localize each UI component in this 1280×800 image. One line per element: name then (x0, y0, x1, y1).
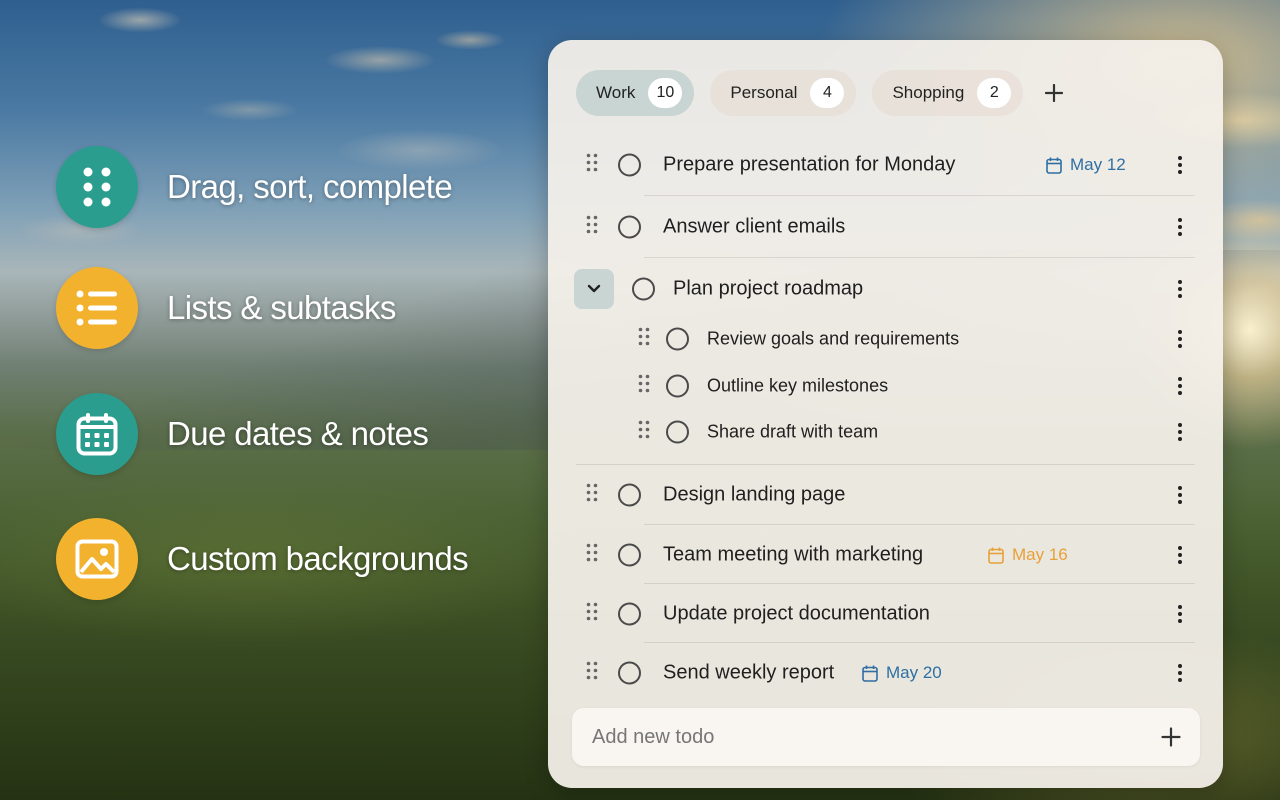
task-text[interactable]: Team meeting with marketing (663, 544, 923, 567)
drag-handle-icon[interactable] (586, 483, 598, 508)
subtask-text[interactable]: Outline key milestones (707, 376, 888, 397)
drag-handle-icon[interactable] (586, 153, 598, 178)
more-options-icon[interactable] (1170, 371, 1190, 401)
tab-count-badge: 2 (977, 78, 1012, 108)
task-checkbox[interactable] (632, 277, 655, 301)
task-row: Answer client emails (548, 198, 1223, 256)
subtask-row: Review goals and requirements (548, 315, 1223, 363)
divider (644, 642, 1195, 643)
divider (644, 195, 1195, 196)
due-date-label: May 12 (1070, 155, 1126, 174)
subtask-text[interactable]: Review goals and requirements (707, 329, 959, 350)
drag-handle-icon[interactable] (586, 661, 598, 686)
more-options-icon[interactable] (1170, 274, 1190, 304)
todo-card: Work 10 Personal 4 Shopping 2 Prepare pr… (548, 40, 1223, 788)
tab-count-badge: 10 (648, 78, 683, 108)
feature-label: Custom backgrounds (167, 540, 469, 577)
more-options-icon[interactable] (1170, 599, 1190, 629)
task-text[interactable]: Answer client emails (663, 216, 845, 239)
subtask-checkbox[interactable] (666, 374, 689, 398)
list-icon (56, 267, 138, 349)
drag-handle-icon[interactable] (638, 374, 650, 399)
task-checkbox[interactable] (618, 153, 641, 177)
feature-label: Due dates & notes (167, 415, 429, 452)
feature-custom-backgrounds: Custom backgrounds (56, 518, 469, 600)
task-row: Update project documentation (548, 585, 1223, 643)
task-text[interactable]: Design landing page (663, 484, 845, 507)
divider (644, 583, 1195, 584)
calendar-icon (56, 393, 138, 475)
calendar-icon (988, 547, 1004, 564)
more-options-icon[interactable] (1170, 480, 1190, 510)
task-row: Team meeting with marketing May 16 (548, 526, 1223, 584)
list-tabs: Work 10 Personal 4 Shopping 2 (576, 70, 1069, 116)
task-text[interactable]: Prepare presentation for Monday (663, 154, 955, 177)
due-date-badge[interactable]: May 12 (1046, 155, 1126, 175)
task-text[interactable]: Plan project roadmap (673, 278, 863, 301)
subtask-text[interactable]: Share draft with team (707, 422, 878, 443)
task-text[interactable]: Send weekly report (663, 662, 834, 685)
tab-shopping[interactable]: Shopping 2 (872, 70, 1024, 116)
subtask-checkbox[interactable] (666, 327, 689, 351)
due-date-label: May 16 (1012, 545, 1068, 564)
drag-handle-icon[interactable] (638, 420, 650, 445)
tab-personal[interactable]: Personal 4 (710, 70, 857, 116)
tab-count-badge: 4 (810, 78, 845, 108)
due-date-badge[interactable]: May 20 (862, 663, 942, 683)
subtask-row: Outline key milestones (548, 362, 1223, 410)
tab-label: Shopping (892, 83, 965, 102)
image-icon (56, 518, 138, 600)
feature-due-dates: Due dates & notes (56, 393, 429, 475)
add-todo-bar (572, 708, 1200, 766)
feature-label: Lists & subtasks (167, 289, 396, 326)
due-date-badge[interactable]: May 16 (988, 545, 1068, 565)
task-checkbox[interactable] (618, 483, 641, 507)
drag-handle-icon[interactable] (638, 327, 650, 352)
drag-handle-icon[interactable] (586, 602, 598, 627)
tab-work[interactable]: Work 10 (576, 70, 695, 116)
feature-drag-sort: Drag, sort, complete (56, 146, 453, 228)
task-checkbox[interactable] (618, 543, 641, 567)
task-row: Plan project roadmap (548, 260, 1223, 318)
divider (644, 257, 1195, 258)
subtask-checkbox[interactable] (666, 420, 689, 444)
drag-dots-icon (56, 146, 138, 228)
calendar-icon (1046, 157, 1062, 174)
drag-handle-icon[interactable] (586, 215, 598, 240)
divider (644, 524, 1195, 525)
task-text[interactable]: Update project documentation (663, 603, 930, 626)
more-options-icon[interactable] (1170, 150, 1190, 180)
plus-icon (1161, 727, 1181, 747)
plus-icon (1045, 84, 1064, 102)
task-row: Send weekly report May 20 (548, 644, 1223, 702)
add-todo-button[interactable] (1146, 712, 1196, 762)
more-options-icon[interactable] (1170, 417, 1190, 447)
more-options-icon[interactable] (1170, 540, 1190, 570)
due-date-label: May 20 (886, 663, 942, 682)
more-options-icon[interactable] (1170, 658, 1190, 688)
subtask-row: Share draft with team (548, 408, 1223, 456)
task-checkbox[interactable] (618, 602, 641, 626)
feature-lists-subtasks: Lists & subtasks (56, 267, 396, 349)
tab-label: Personal (730, 83, 798, 102)
task-checkbox[interactable] (618, 661, 641, 685)
drag-handle-icon[interactable] (586, 543, 598, 568)
more-options-icon[interactable] (1170, 324, 1190, 354)
tab-label: Work (596, 83, 636, 102)
task-checkbox[interactable] (618, 215, 641, 239)
more-options-icon[interactable] (1170, 212, 1190, 242)
add-list-button[interactable] (1039, 78, 1069, 108)
add-todo-input[interactable] (572, 708, 1146, 766)
feature-label: Drag, sort, complete (167, 168, 453, 205)
divider (576, 464, 1195, 465)
calendar-icon (862, 665, 878, 682)
task-row: Design landing page (548, 466, 1223, 524)
task-row: Prepare presentation for Monday May 12 (548, 136, 1223, 194)
